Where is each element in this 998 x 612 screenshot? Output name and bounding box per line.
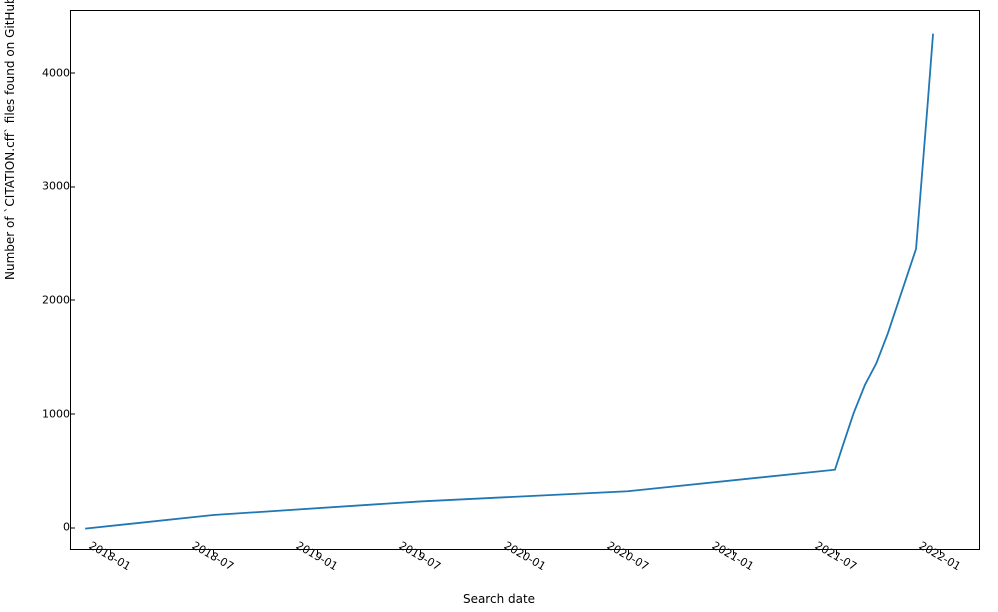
line-chart-svg bbox=[71, 11, 979, 549]
y-axis-ticks: 0 1000 2000 3000 4000 bbox=[30, 10, 70, 550]
y-tick-label: 3000 bbox=[30, 180, 70, 193]
y-tick-label: 1000 bbox=[30, 407, 70, 420]
y-axis-label: Number of `CITATION.cff` files found on … bbox=[3, 0, 17, 280]
y-tick-label: 2000 bbox=[30, 293, 70, 306]
y-tick-label: 0 bbox=[30, 521, 70, 534]
x-axis-ticks: 2018-012018-072019-012019-072020-012020-… bbox=[70, 550, 980, 600]
y-tick-label: 4000 bbox=[30, 66, 70, 79]
chart-plot-area bbox=[70, 10, 980, 550]
